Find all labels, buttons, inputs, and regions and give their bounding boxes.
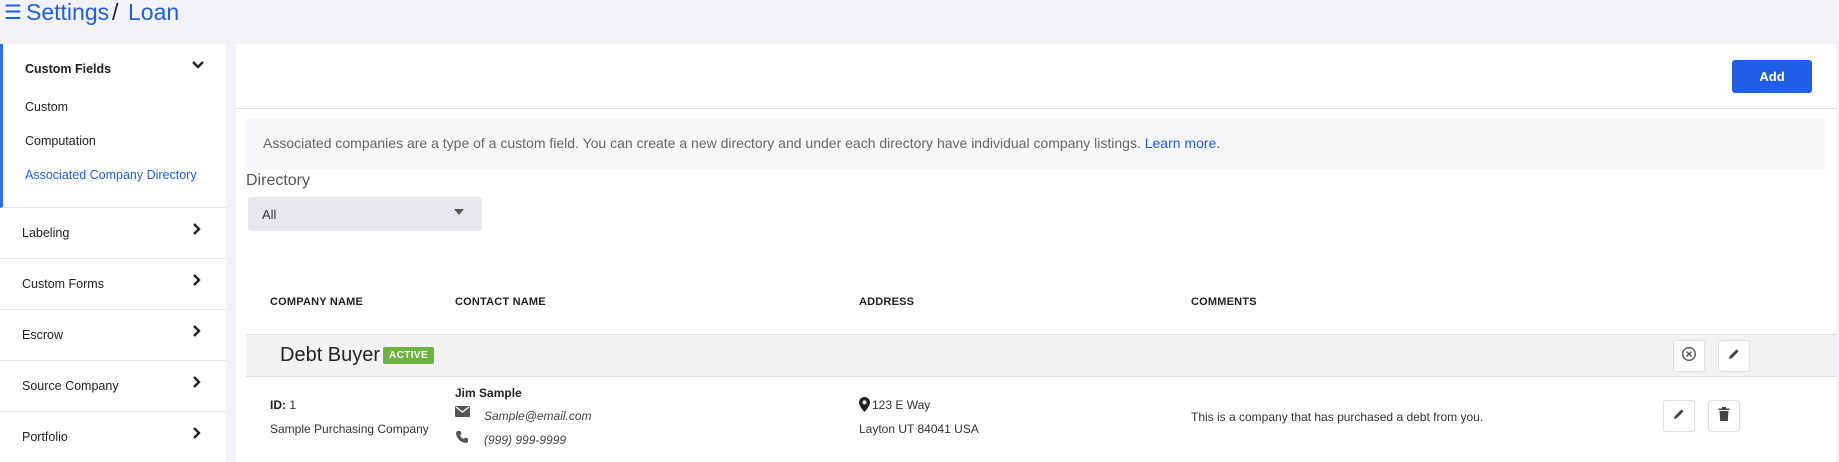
chevron-right-icon	[192, 324, 202, 343]
info-banner: Associated companies are a type of a cus…	[246, 119, 1826, 169]
contact-email[interactable]: Sample@email.com	[484, 409, 592, 423]
deactivate-group-button[interactable]	[1673, 340, 1705, 372]
chevron-right-icon	[192, 375, 202, 394]
sidebar-item-computation[interactable]: Computation	[25, 134, 96, 148]
breadcrumb-separator: /	[112, 0, 119, 25]
company-name: Sample Purchasing Company	[270, 422, 429, 436]
column-header-company-name: COMPANY NAME	[270, 296, 364, 308]
contact-phone[interactable]: (999) 999-9999	[484, 433, 566, 447]
edit-group-button[interactable]	[1718, 340, 1750, 372]
breadcrumb-settings[interactable]: Settings	[26, 0, 109, 26]
company-id: 1	[289, 398, 297, 412]
caret-down-icon	[454, 209, 464, 215]
sidebar-item-label: Source Company	[22, 379, 119, 393]
sidebar-custom-fields-title[interactable]: Custom Fields	[25, 62, 111, 76]
phone-icon	[455, 430, 469, 447]
main-panel: Add Associated companies are a type of a…	[236, 44, 1836, 462]
pencil-icon	[1672, 407, 1686, 426]
status-badge: ACTIVE	[383, 347, 435, 364]
group-row: Debt Buyer ACTIVE	[246, 334, 1836, 377]
chevron-right-icon	[192, 222, 202, 241]
sidebar-item-custom[interactable]: Custom	[25, 100, 68, 114]
map-pin-icon	[859, 397, 870, 415]
learn-more-link[interactable]: Learn more.	[1145, 135, 1220, 151]
delete-company-button[interactable]	[1708, 400, 1740, 432]
address-line2: Layton UT 84041 USA	[859, 422, 979, 436]
comments: This is a company that has purchased a d…	[1191, 410, 1484, 424]
column-header-contact-name: CONTACT NAME	[455, 296, 546, 308]
directory-label: Directory	[246, 172, 311, 189]
sidebar-item-escrow[interactable]: Escrow	[0, 310, 226, 361]
chevron-right-icon	[192, 426, 202, 445]
sidebar-custom-fields: Custom Fields Custom Computation Associa…	[0, 44, 226, 208]
menu-icon[interactable]: ☰	[4, 0, 22, 26]
sidebar-item-label: Portfolio	[22, 430, 68, 444]
chevron-down-icon[interactable]	[191, 58, 205, 75]
sidebar-item-label: Custom Forms	[22, 277, 104, 291]
sidebar-item-labeling[interactable]: Labeling	[0, 208, 226, 259]
info-text: Associated companies are a type of a cus…	[263, 135, 1141, 151]
divider	[236, 108, 1836, 109]
contact-name: Jim Sample	[455, 386, 522, 400]
sidebar-item-label: Escrow	[22, 328, 63, 342]
edit-company-button[interactable]	[1663, 400, 1695, 432]
directory-select-value: All	[262, 207, 277, 222]
sidebar-item-label: Labeling	[22, 226, 70, 240]
column-header-address: ADDRESS	[859, 296, 915, 308]
cancel-circle-icon	[1681, 346, 1697, 367]
sidebar-item-custom-forms[interactable]: Custom Forms	[0, 259, 226, 310]
chevron-right-icon	[192, 273, 202, 292]
company-id-cell: ID: 1	[270, 398, 296, 412]
group-name: Debt Buyer	[280, 344, 381, 366]
id-label: ID:	[270, 398, 286, 412]
sidebar: Custom Fields Custom Computation Associa…	[0, 44, 226, 462]
envelope-icon	[455, 406, 470, 420]
trash-icon	[1718, 406, 1730, 426]
column-header-comments: COMMENTS	[1191, 296, 1257, 308]
pencil-icon	[1727, 347, 1741, 366]
directory-select[interactable]: All	[248, 197, 482, 231]
breadcrumb-current: Loan	[128, 0, 180, 25]
sidebar-item-source-company[interactable]: Source Company	[0, 361, 226, 412]
sidebar-item-associated-company-directory[interactable]: Associated Company Directory	[25, 168, 197, 182]
address-line1: 123 E Way	[872, 398, 931, 412]
add-button[interactable]: Add	[1732, 60, 1812, 93]
sidebar-item-portfolio[interactable]: Portfolio	[0, 412, 226, 462]
